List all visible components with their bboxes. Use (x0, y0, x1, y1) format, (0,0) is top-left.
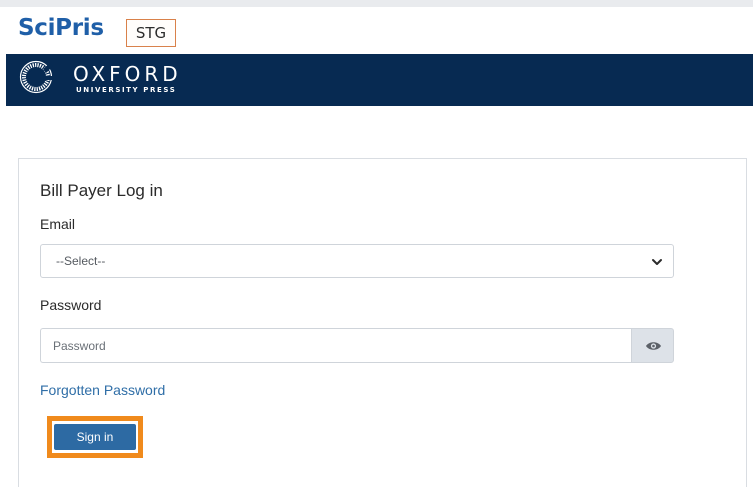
password-input[interactable] (40, 328, 631, 363)
publisher-banner: OXFORD UNIVERSITY PRESS (6, 54, 753, 106)
login-title: Bill Payer Log in (40, 181, 163, 200)
login-card: Bill Payer Log in Email --Select-- Passw… (18, 158, 747, 487)
environment-badge: STG (126, 19, 176, 47)
email-select[interactable]: --Select-- (40, 244, 674, 278)
publisher-name: OXFORD (73, 62, 182, 86)
top-bar: SciPris STG (0, 0, 753, 54)
publisher-subtitle: UNIVERSITY PRESS (76, 86, 177, 94)
password-group (40, 328, 674, 363)
eye-icon (646, 342, 661, 350)
forgotten-password-link[interactable]: Forgotten Password (40, 382, 165, 398)
toggle-password-button[interactable] (631, 328, 674, 363)
page: SciPris STG OXFORD UNIVERSITY PRESS Bill… (0, 0, 753, 487)
oxford-logo-icon (19, 60, 53, 94)
signin-highlight: Sign in (47, 416, 143, 458)
top-strip (0, 0, 753, 7)
email-label: Email (40, 216, 76, 232)
chevron-down-icon (652, 259, 662, 265)
brand-logo[interactable]: SciPris (18, 14, 104, 42)
sign-in-button[interactable]: Sign in (54, 424, 136, 450)
email-select-value: --Select-- (56, 254, 106, 268)
password-label: Password (40, 297, 102, 313)
